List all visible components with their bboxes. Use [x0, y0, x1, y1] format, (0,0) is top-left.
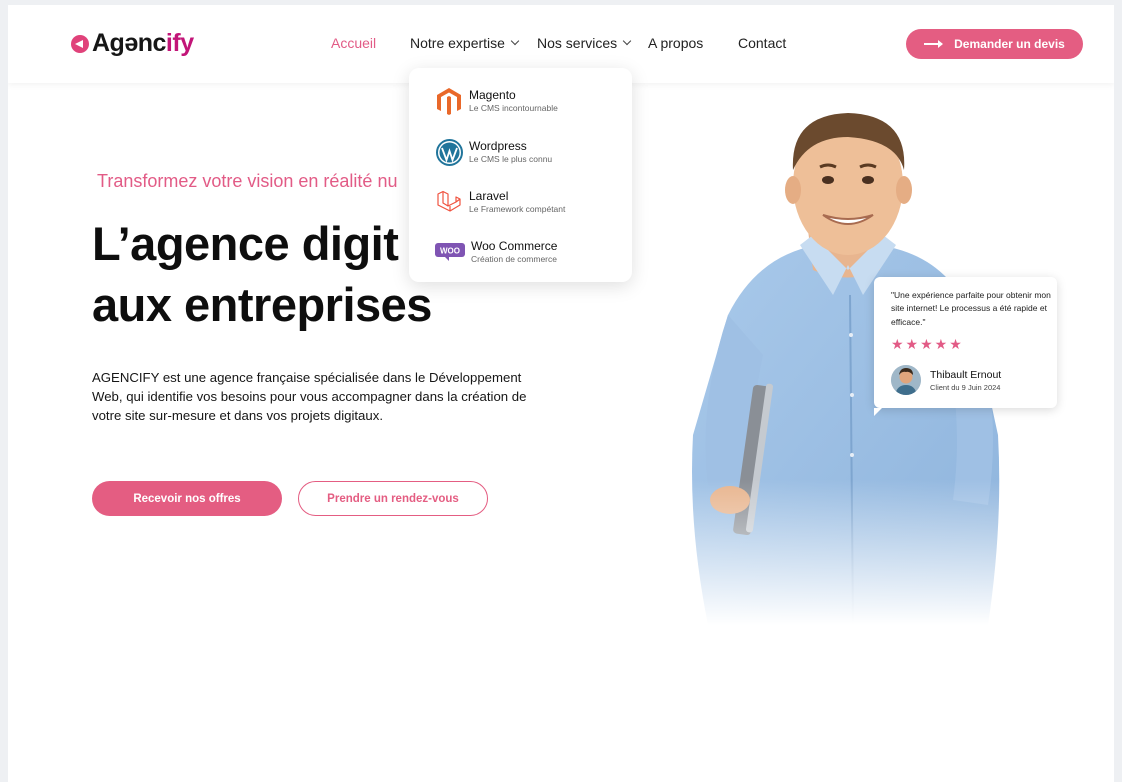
- dropdown-item-subtitle: Création de commerce: [471, 254, 557, 264]
- book-appointment-button[interactable]: Prendre un rendez-vous: [298, 481, 488, 516]
- wordpress-icon: [435, 138, 463, 166]
- hero-heading-line2: aux entreprises: [92, 278, 432, 331]
- hero-description: AGENCIFY est une agence française spécia…: [92, 370, 527, 423]
- dropdown-item-magento[interactable]: Magento Le CMS incontournable: [435, 87, 558, 115]
- dropdown-item-title: Magento: [469, 88, 516, 102]
- dropdown-item-laravel[interactable]: Laravel Le Framework compétant: [435, 188, 565, 216]
- logo[interactable]: Agəncify: [71, 29, 194, 58]
- logo-play-icon: [71, 34, 89, 53]
- chevron-down-icon: [510, 36, 520, 46]
- dropdown-item-subtitle: Le CMS le plus connu: [469, 154, 553, 164]
- nav-item-services[interactable]: Nos services: [537, 35, 632, 51]
- svg-text:WOO: WOO: [440, 247, 460, 256]
- dropdown-item-title: Wordpress: [469, 139, 527, 153]
- receive-offers-button[interactable]: Recevoir nos offres: [92, 481, 282, 516]
- rating-stars-icon: ★★★★★: [891, 336, 964, 352]
- hero-heading: L’agence digit aux entreprises: [92, 213, 432, 335]
- avatar: [891, 365, 921, 395]
- hero-heading-line1: L’agence digit: [92, 217, 399, 270]
- dropdown-item-title: Laravel: [469, 189, 509, 203]
- dropdown-item-subtitle: Le Framework compétant: [469, 204, 566, 214]
- testimonial-card: "Une expérience parfaite pour obtenir mo…: [874, 277, 1057, 416]
- testimonial-date: Client du 9 Juin 2024: [930, 383, 1001, 392]
- dropdown-item-subtitle: Le CMS incontournable: [469, 103, 558, 113]
- arrow-right-icon: [924, 40, 944, 48]
- woocommerce-icon: WOO: [435, 238, 465, 266]
- request-quote-button[interactable]: Demander un devis: [906, 29, 1083, 59]
- expertise-dropdown-menu: Magento Le CMS incontournable Wordpress …: [409, 68, 632, 282]
- nav-item-expertise[interactable]: Notre expertise: [410, 35, 520, 51]
- request-quote-label: Demander un devis: [954, 37, 1065, 51]
- laravel-icon: [435, 188, 463, 216]
- hero-tagline: Transformez votre vision en réalité nu: [97, 171, 398, 191]
- logo-text: Agəncify: [92, 29, 194, 57]
- chevron-down-icon: [622, 36, 632, 46]
- magento-icon: [435, 87, 463, 115]
- nav-item-contact[interactable]: Contact: [738, 35, 786, 51]
- testimonial-author: Thibault Ernout: [930, 369, 1002, 381]
- dropdown-item-woocommerce[interactable]: WOO Woo Commerce Création de commerce: [435, 238, 557, 266]
- nav-item-apropos[interactable]: A propos: [648, 35, 703, 51]
- testimonial-quote: "Une expérience parfaite pour obtenir mo…: [891, 290, 1051, 327]
- dropdown-item-title: Woo Commerce: [471, 239, 558, 253]
- page: Agəncify Accueil Notre expertise Nos ser…: [8, 5, 1114, 782]
- dropdown-item-wordpress[interactable]: Wordpress Le CMS le plus connu: [435, 138, 552, 166]
- nav-item-accueil[interactable]: Accueil: [331, 35, 376, 51]
